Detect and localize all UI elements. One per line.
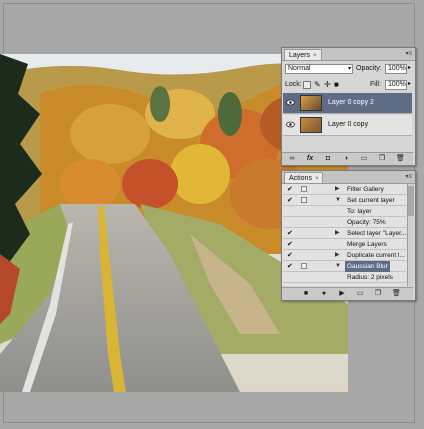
blend-mode-value: Normal bbox=[288, 65, 311, 72]
layer-row-layer-0-copy[interactable]: Layer 0 copy bbox=[283, 115, 412, 136]
triangle-right-icon[interactable]: ▶ bbox=[335, 184, 340, 195]
action-label: Set current layer bbox=[347, 197, 395, 204]
panel-menu-icon[interactable]: ▾≡ bbox=[405, 173, 412, 180]
lock-all-icon[interactable]: ■ bbox=[334, 80, 339, 89]
action-label: Select layer "Layer... bbox=[347, 230, 407, 237]
blend-mode-select[interactable]: Normal ▾ bbox=[285, 64, 353, 74]
new-action-icon[interactable]: ❐ bbox=[374, 290, 382, 297]
mask-icon[interactable]: ◘ bbox=[324, 155, 332, 162]
fill-label: Fill: bbox=[370, 81, 381, 88]
action-label: To: layer bbox=[347, 208, 372, 215]
tab-actions[interactable]: Actions × bbox=[284, 172, 324, 183]
triangle-right-icon[interactable]: ▶ bbox=[335, 228, 340, 239]
action-item-gaussian-blur[interactable]: ✔ ▼ Gaussian Blur bbox=[283, 261, 406, 272]
triangle-right-icon[interactable]: ▶ bbox=[335, 250, 340, 261]
check-icon[interactable]: ✔ bbox=[287, 241, 294, 248]
close-icon[interactable]: × bbox=[313, 53, 317, 59]
layers-bottom-bar: ∞ fx ◘ ◑ ▭ ❐ 🗑 bbox=[282, 152, 413, 165]
eye-icon[interactable] bbox=[286, 121, 295, 128]
action-label: Merge Layers bbox=[347, 241, 387, 248]
actions-bottom-bar: ■ ● ▶ ▭ ❐ 🗑 bbox=[282, 287, 413, 300]
action-label: Gaussian Blur bbox=[345, 261, 390, 272]
layers-panel: Layers × ▾≡ Normal ▾ Opacity: 100% ▸ Lock… bbox=[281, 47, 416, 166]
check-icon[interactable]: ✔ bbox=[287, 230, 294, 237]
group-icon[interactable]: ▭ bbox=[360, 155, 368, 162]
action-label: Filter Gallery bbox=[347, 186, 384, 193]
lock-transparent-icon[interactable] bbox=[303, 81, 311, 89]
action-label: Opacity: 75% bbox=[347, 219, 386, 226]
action-param-opacity: Opacity: 75% bbox=[283, 217, 406, 228]
layer-name[interactable]: Layer 0 copy 2 bbox=[328, 99, 374, 106]
play-icon[interactable]: ▶ bbox=[338, 290, 346, 297]
actions-list: ✔ ▶ Filter Gallery ✔ ▼ Set current layer… bbox=[282, 184, 408, 286]
action-item-select-layer[interactable]: ✔ ▶ Select layer "Layer... bbox=[283, 228, 406, 239]
dialog-toggle-icon[interactable] bbox=[301, 263, 307, 269]
link-icon[interactable]: ∞ bbox=[288, 155, 296, 162]
actions-panel: Actions × ▾≡ ✔ ▶ Filter Gallery ✔ ▼ Set c… bbox=[281, 170, 416, 301]
action-label: Radius: 2 pixels bbox=[347, 274, 393, 281]
fx-icon[interactable]: fx bbox=[306, 155, 314, 162]
check-icon[interactable]: ✔ bbox=[287, 197, 294, 204]
action-item-filter-gallery[interactable]: ✔ ▶ Filter Gallery bbox=[283, 184, 406, 195]
fill-arrow-icon[interactable]: ▸ bbox=[408, 80, 411, 87]
stop-icon[interactable]: ■ bbox=[302, 290, 310, 297]
action-item-set-current-layer[interactable]: ✔ ▼ Set current layer bbox=[283, 195, 406, 206]
opacity-label: Opacity: bbox=[356, 65, 382, 72]
check-icon[interactable]: ✔ bbox=[287, 252, 294, 259]
check-icon[interactable]: ✔ bbox=[287, 186, 294, 193]
trash-icon[interactable]: 🗑 bbox=[396, 155, 405, 162]
opacity-field[interactable]: 100% bbox=[385, 64, 407, 74]
layer-thumbnail bbox=[300, 117, 322, 133]
layer-row-layer-0-copy-2[interactable]: Layer 0 copy 2 bbox=[283, 93, 412, 114]
trash-icon[interactable]: 🗑 bbox=[392, 290, 401, 297]
adjustment-icon[interactable]: ◑ bbox=[342, 155, 350, 162]
action-param-to-layer: To: layer bbox=[283, 206, 406, 217]
action-item-duplicate-current-layer[interactable]: ✔ ▶ Duplicate current l... bbox=[283, 250, 406, 261]
tab-actions-label: Actions bbox=[289, 175, 312, 182]
layer-name[interactable]: Layer 0 copy bbox=[328, 121, 368, 128]
fill-field[interactable]: 100% bbox=[385, 80, 407, 90]
actions-panel-header: Actions × ▾≡ bbox=[282, 171, 415, 184]
layers-panel-header: Layers × ▾≡ bbox=[282, 48, 415, 61]
lock-label: Lock: bbox=[285, 81, 302, 88]
tab-layers[interactable]: Layers × bbox=[284, 49, 322, 60]
dialog-toggle-icon[interactable] bbox=[301, 197, 307, 203]
opacity-value: 100% bbox=[388, 65, 406, 72]
close-icon[interactable]: × bbox=[315, 176, 319, 182]
new-set-icon[interactable]: ▭ bbox=[356, 290, 364, 297]
panel-menu-icon[interactable]: ▾≡ bbox=[405, 50, 412, 57]
actions-scrollbar[interactable] bbox=[407, 184, 414, 286]
opacity-arrow-icon[interactable]: ▸ bbox=[408, 64, 411, 71]
eye-icon[interactable] bbox=[286, 99, 295, 106]
scroll-thumb[interactable] bbox=[408, 186, 414, 216]
check-icon[interactable]: ✔ bbox=[287, 263, 294, 270]
triangle-down-icon[interactable]: ▼ bbox=[335, 261, 341, 272]
layers-list-empty bbox=[283, 137, 412, 151]
chevron-down-icon: ▾ bbox=[347, 66, 351, 72]
record-icon[interactable]: ● bbox=[320, 290, 328, 297]
layer-thumbnail bbox=[300, 95, 322, 111]
new-layer-icon[interactable]: ❐ bbox=[378, 155, 386, 162]
action-label: Duplicate current l... bbox=[347, 252, 405, 259]
triangle-down-icon[interactable]: ▼ bbox=[335, 195, 341, 206]
action-item-merge-layers[interactable]: ✔ Merge Layers bbox=[283, 239, 406, 250]
lock-brush-icon[interactable]: ✎ bbox=[314, 80, 321, 89]
photoshop-workspace: Layers × ▾≡ Normal ▾ Opacity: 100% ▸ Lock… bbox=[0, 0, 424, 429]
dialog-toggle-icon[interactable] bbox=[301, 186, 307, 192]
fill-value: 100% bbox=[388, 81, 406, 88]
action-param-radius: Radius: 2 pixels bbox=[283, 272, 406, 283]
lock-move-icon[interactable]: ✛ bbox=[324, 80, 331, 89]
tab-layers-label: Layers bbox=[289, 52, 311, 59]
